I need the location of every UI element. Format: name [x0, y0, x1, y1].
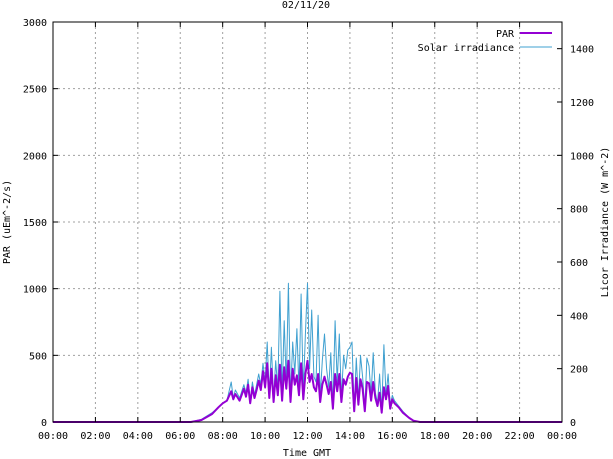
chart-svg: 02/11/20 00:00 02:00 04:00 06:00 08:00 10:00 1…: [2, 0, 611, 459]
y-left-tick-label: 3000: [23, 18, 47, 29]
chart-title: 02/11/20: [282, 0, 330, 11]
y-left-tick-label: 0: [41, 418, 47, 429]
y-right-tick-label: 800: [570, 205, 588, 216]
chart-container: 02/11/20 00:00 02:00 04:00 06:00 08:00 10:00 1…: [0, 0, 613, 459]
x-tick-label: 20:00: [462, 431, 492, 442]
y-axis-left-label: PAR (uEm^-2/s): [2, 180, 13, 264]
x-tick-label: 22:00: [505, 431, 535, 442]
y-right-tick-label: 0: [570, 418, 576, 429]
y-left-tick-label: 2500: [23, 85, 47, 96]
legend-label: Solar irradiance: [418, 43, 514, 54]
x-tick-label: 08:00: [208, 431, 238, 442]
y-right-tick-label: 200: [570, 365, 588, 376]
x-tick-label: 06:00: [165, 431, 195, 442]
y-axis-right-label: Licor Irradiance (W m^-2): [600, 147, 611, 298]
y-left-tick-label: 1500: [23, 218, 47, 229]
x-tick-label: 00:00: [38, 431, 68, 442]
x-tick-label: 12:00: [292, 431, 322, 442]
y-right-tick-label: 400: [570, 311, 588, 322]
x-tick-label: 10:00: [250, 431, 280, 442]
x-tick-label: 14:00: [335, 431, 365, 442]
x-tick-label: 00:00: [547, 431, 577, 442]
y-left-tick-label: 500: [29, 351, 47, 362]
x-tick-label: 04:00: [123, 431, 153, 442]
y-right-tick-label: 1400: [570, 45, 594, 56]
y-left-tick-label: 1000: [23, 285, 47, 296]
x-axis-label: Time GMT: [283, 448, 331, 459]
x-tick-label: 18:00: [420, 431, 450, 442]
x-tick-label: 02:00: [80, 431, 110, 442]
y-right-tick-label: 1200: [570, 98, 594, 109]
y-right-tick-label: 600: [570, 258, 588, 269]
y-left-tick-label: 2000: [23, 151, 47, 162]
legend-label: PAR: [496, 29, 515, 40]
legend: PAR Solar irradiance: [418, 29, 552, 54]
y-right-tick-label: 1000: [570, 151, 594, 162]
x-tick-label: 16:00: [377, 431, 407, 442]
